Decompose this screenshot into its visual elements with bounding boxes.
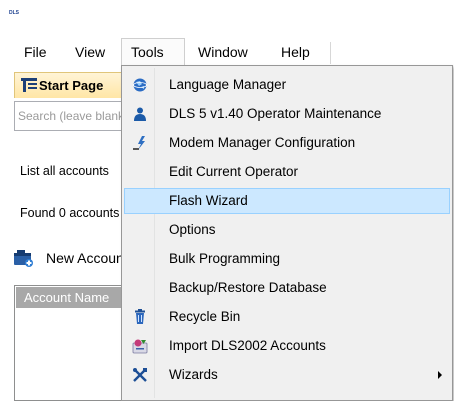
menu-window[interactable]: Window: [196, 38, 250, 66]
new-account-icon: [14, 250, 34, 267]
wizards-icon: [132, 367, 148, 383]
app-logo-icon: DLS: [9, 10, 19, 16]
menu-item-options[interactable]: Options: [124, 217, 450, 243]
menu-item-edit-current-operator[interactable]: Edit Current Operator: [124, 159, 450, 185]
menu-item-label: Modem Manager Configuration: [169, 135, 356, 150]
tools-dropdown-menu: Language Manager DLS 5 v1.40 Operator Ma…: [121, 65, 453, 401]
new-account-label: New Account: [46, 250, 128, 266]
menu-item-label: Backup/Restore Database: [169, 280, 327, 295]
language-icon: [132, 77, 148, 93]
menu-view[interactable]: View: [73, 38, 107, 66]
menu-item-operator-maintenance[interactable]: DLS 5 v1.40 Operator Maintenance: [124, 101, 450, 127]
menu-item-flash-wizard[interactable]: Flash Wizard: [124, 188, 450, 214]
list-all-text: List all accounts: [20, 164, 109, 178]
menu-bar: File View Tools Window Help: [0, 38, 454, 66]
accounts-grid[interactable]: Account Name: [14, 285, 124, 401]
menu-tools[interactable]: Tools: [121, 38, 185, 66]
tab-start-page[interactable]: Start Page: [14, 72, 124, 98]
tab-label: Start Page: [39, 78, 104, 93]
grid-header-account-name[interactable]: Account Name: [16, 287, 124, 308]
menu-item-backup-restore[interactable]: Backup/Restore Database: [124, 275, 450, 301]
menu-item-label: Options: [169, 222, 216, 237]
menu-item-label: Import DLS2002 Accounts: [169, 338, 326, 353]
menu-item-label: Recycle Bin: [169, 309, 241, 324]
found-count-text: Found 0 accounts: [20, 206, 120, 220]
menu-item-label: DLS 5 v1.40 Operator Maintenance: [169, 106, 382, 121]
menu-item-recycle-bin[interactable]: Recycle Bin: [124, 304, 450, 330]
start-page-icon: [21, 78, 37, 92]
recycle-bin-icon: [132, 309, 148, 325]
menu-item-label: Flash Wizard: [169, 193, 248, 208]
menu-item-label: Bulk Programming: [169, 251, 281, 266]
search-input[interactable]: Search (leave blank for all): [14, 101, 124, 131]
menu-item-language-manager[interactable]: Language Manager: [124, 72, 450, 98]
operator-icon: [132, 106, 148, 122]
menu-item-label: Edit Current Operator: [169, 164, 299, 179]
menu-help[interactable]: Help: [279, 38, 312, 66]
menu-item-label: Language Manager: [169, 77, 287, 92]
menu-item-bulk-programming[interactable]: Bulk Programming: [124, 246, 450, 272]
submenu-arrow-icon: [438, 371, 442, 379]
new-account-button[interactable]: New Account: [14, 248, 128, 270]
menu-item-label: Wizards: [169, 367, 218, 382]
menu-separator: [330, 42, 331, 64]
modem-icon: [132, 135, 148, 151]
menu-item-modem-manager[interactable]: Modem Manager Configuration: [124, 130, 450, 156]
menu-item-wizards[interactable]: Wizards: [124, 362, 450, 388]
menu-item-import-accounts[interactable]: Import DLS2002 Accounts: [124, 333, 450, 359]
import-icon: [132, 338, 148, 354]
menu-file[interactable]: File: [22, 38, 49, 66]
title-bar: DLS: [0, 0, 454, 36]
